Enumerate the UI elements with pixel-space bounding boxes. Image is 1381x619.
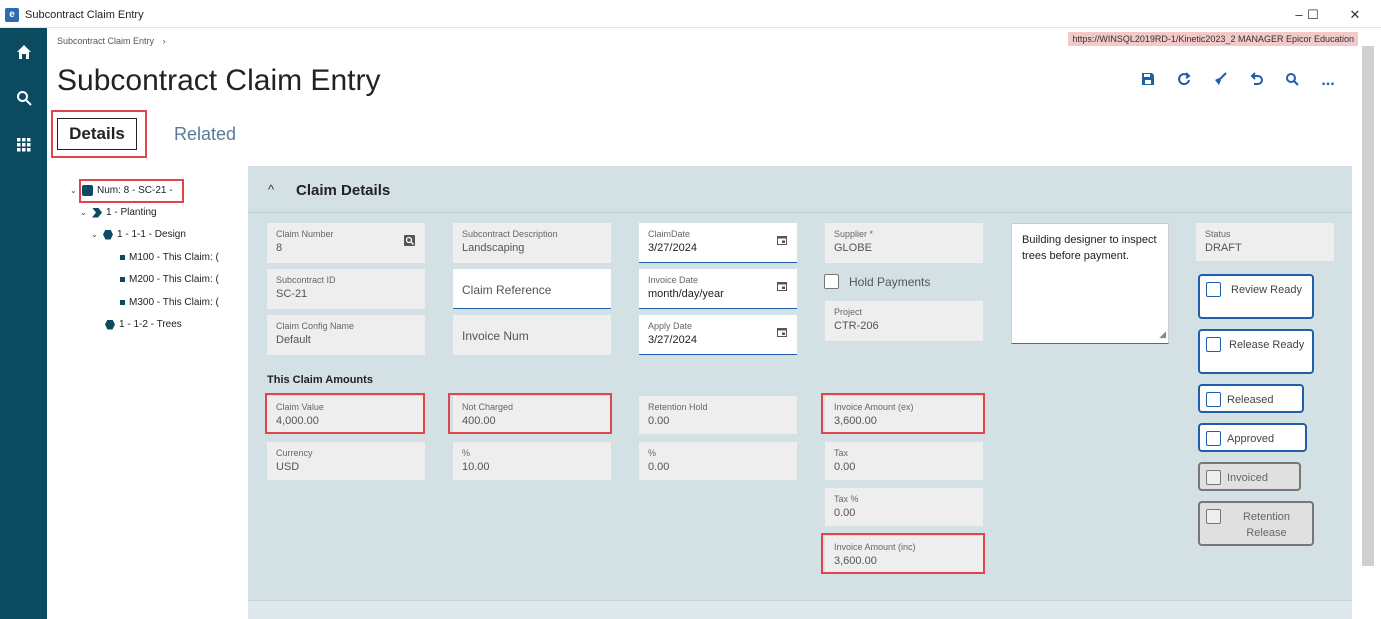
section-title: Claim Details (296, 182, 391, 199)
retention-percent-field: % 0.00 (639, 442, 797, 480)
hexagon-icon (105, 319, 115, 330)
more-icon[interactable]: ... (1319, 72, 1337, 90)
apps-grid-icon[interactable] (12, 134, 36, 158)
invoice-amount-ex-highlight (821, 393, 985, 434)
chevron-down-icon[interactable]: ⌄ (80, 208, 88, 217)
claim-value-highlight (265, 393, 425, 434)
retention-release-button: Retention Release (1198, 501, 1314, 546)
claim-config-field[interactable]: Claim Config Name Default (267, 315, 425, 355)
search-icon[interactable] (404, 235, 415, 249)
release-ready-button[interactable]: Release Ready (1198, 329, 1314, 374)
checkbox-box (1206, 470, 1221, 485)
approved-button[interactable]: Approved (1198, 423, 1307, 452)
calendar-icon[interactable] (777, 327, 787, 340)
window-title-bar: e Subcontract Claim Entry – ☐ ✕ (0, 0, 1381, 28)
left-nav-rail (0, 28, 47, 619)
breadcrumb-separator: › (162, 36, 166, 46)
invoice-date-field[interactable]: Invoice Date month/day/year (639, 269, 797, 309)
tree-root-label: Num: 8 - SC-21 - (97, 185, 173, 196)
claim-number-field[interactable]: Claim Number 8 (267, 223, 425, 263)
calendar-icon[interactable] (777, 235, 787, 248)
tree-item-m300[interactable]: M300 - This Claim: ( (120, 297, 219, 308)
comment-textarea[interactable]: Building designer to inspect trees befor… (1011, 223, 1169, 344)
checkbox-box[interactable] (1206, 337, 1221, 352)
supplier-field[interactable]: Supplier * GLOBE (825, 223, 983, 263)
page-title: Subcontract Claim Entry (57, 64, 381, 97)
vertical-scrollbar[interactable] (1362, 46, 1374, 566)
currency-field: Currency USD (267, 442, 425, 480)
refresh-icon[interactable] (1175, 72, 1193, 90)
review-ready-button[interactable]: Review Ready (1198, 274, 1314, 319)
square-icon (120, 300, 125, 305)
chevron-up-icon[interactable]: ^ (268, 182, 274, 197)
hold-payments-checkbox[interactable]: Hold Payments (824, 274, 930, 289)
checkbox-box[interactable] (824, 274, 839, 289)
checkbox-box (1206, 509, 1221, 524)
apply-date-field[interactable]: Apply Date 3/27/2024 (639, 315, 797, 355)
invoice-amount-inc-highlight (821, 533, 985, 574)
calendar-icon[interactable] (777, 281, 787, 294)
tax-percent-field: Tax % 0.00 (825, 488, 983, 526)
subcontract-id-field[interactable]: Subcontract ID SC-21 (267, 269, 425, 309)
tree-root[interactable]: ⌄ Num: 8 - SC-21 - (70, 185, 173, 196)
app-logo-icon: e (5, 8, 19, 22)
invoice-num-input[interactable]: Invoice Num (453, 315, 611, 355)
status-field: Status DRAFT (1196, 223, 1334, 261)
tab-details[interactable]: Details (57, 118, 137, 150)
search-icon[interactable] (12, 88, 36, 112)
search-icon[interactable] (1283, 72, 1301, 90)
checkbox-box[interactable] (1206, 431, 1221, 446)
square-icon (120, 277, 125, 282)
close-button[interactable]: ✕ (1344, 6, 1366, 24)
breadcrumb-item[interactable]: Subcontract Claim Entry (57, 36, 154, 46)
breadcrumb: Subcontract Claim Entry › (57, 36, 166, 46)
save-icon[interactable] (1139, 72, 1157, 90)
window-title: Subcontract Claim Entry (25, 9, 144, 21)
not-charged-percent-field: % 10.00 (453, 442, 611, 480)
server-info: https://WINSQL2019RD-1/Kinetic2023_2 MAN… (1068, 32, 1358, 46)
claim-reference-input[interactable]: Claim Reference (453, 269, 611, 309)
database-icon (82, 185, 93, 196)
panel-footer (248, 600, 1352, 619)
arrow-icon (92, 207, 102, 218)
tree-item-trees[interactable]: 1 - 1-2 - Trees (105, 319, 182, 330)
released-button[interactable]: Released (1198, 384, 1304, 413)
project-field[interactable]: Project CTR-206 (825, 301, 983, 341)
maximize-button[interactable]: ☐ (1302, 6, 1324, 24)
tax-field: Tax 0.00 (825, 442, 983, 480)
not-charged-highlight (448, 393, 612, 434)
clear-icon[interactable] (1211, 72, 1229, 90)
undo-icon[interactable] (1247, 72, 1265, 90)
subcontract-description-field[interactable]: Subcontract Description Landscaping (453, 223, 611, 263)
tree-item-planting[interactable]: ⌄ 1 - Planting (80, 207, 157, 218)
section-header[interactable] (248, 166, 1352, 213)
home-icon[interactable] (12, 42, 36, 66)
square-icon (120, 255, 125, 260)
retention-hold-field: Retention Hold 0.00 (639, 396, 797, 434)
chevron-down-icon[interactable]: ⌄ (70, 186, 78, 195)
toolbar: ... (1139, 72, 1337, 90)
tab-related[interactable]: Related (174, 124, 236, 145)
claim-date-field[interactable]: ClaimDate 3/27/2024 (639, 223, 797, 263)
hexagon-icon (103, 229, 113, 240)
resize-handle-icon[interactable]: ◢ (1159, 326, 1166, 342)
chevron-down-icon[interactable]: ⌄ (91, 230, 99, 239)
tree-item-m200[interactable]: M200 - This Claim: ( (120, 274, 219, 285)
invoiced-button: Invoiced (1198, 462, 1301, 491)
amounts-heading: This Claim Amounts (267, 374, 373, 386)
tree-item-m100[interactable]: M100 - This Claim: ( (120, 252, 219, 263)
checkbox-box[interactable] (1206, 392, 1221, 407)
tree-item-design[interactable]: ⌄ 1 - 1-1 - Design (91, 229, 186, 240)
checkbox-box[interactable] (1206, 282, 1221, 297)
